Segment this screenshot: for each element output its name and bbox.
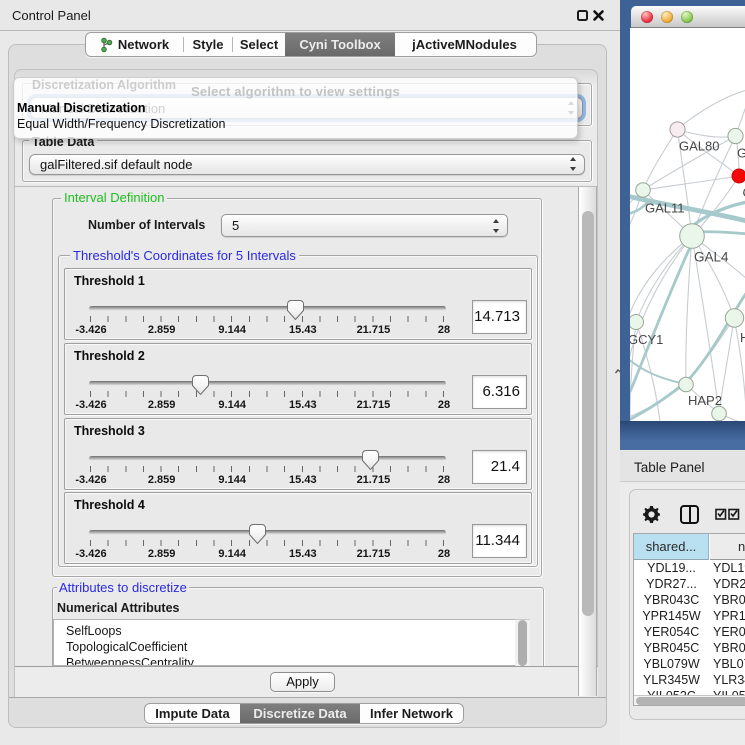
- svg-text:GAL11: GAL11: [645, 201, 685, 216]
- svg-text:GAL4: GAL4: [694, 250, 729, 265]
- svg-text:GAL80: GAL80: [679, 139, 719, 154]
- svg-text:HIS4: HIS4: [740, 330, 745, 345]
- svg-text:GCY1: GCY1: [630, 332, 663, 347]
- svg-text:GAL80: GAL80: [737, 146, 745, 161]
- svg-text:HAP2: HAP2: [688, 393, 722, 408]
